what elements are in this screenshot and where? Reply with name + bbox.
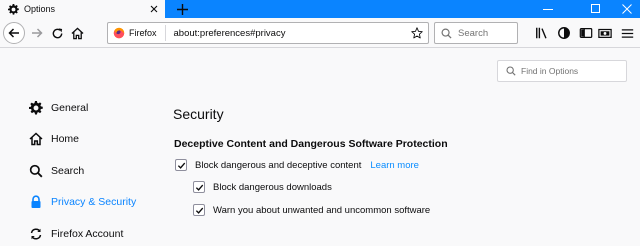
search-icon bbox=[441, 28, 452, 39]
search-icon bbox=[506, 66, 516, 76]
learn-more-link[interactable]: Learn more bbox=[370, 160, 419, 171]
plus-icon bbox=[176, 3, 188, 15]
find-placeholder: Find in Options bbox=[521, 66, 579, 76]
warn-unwanted-software-checkbox[interactable] bbox=[193, 204, 205, 216]
checkbox-label: Block dangerous and deceptive content bbox=[195, 159, 362, 171]
extension-button[interactable] bbox=[556, 25, 572, 41]
home-icon bbox=[70, 27, 84, 39]
checkbox-label: Warn you about unwanted and uncommon sof… bbox=[213, 204, 431, 216]
warn-unwanted-software-option[interactable]: Warn you about unwanted and uncommon sof… bbox=[193, 202, 430, 218]
menu-button[interactable] bbox=[619, 25, 635, 41]
checkmark-icon bbox=[195, 207, 203, 214]
url-bar[interactable]: Firefox about:preferences#privacy bbox=[107, 22, 429, 44]
identity-box[interactable]: Firefox bbox=[108, 25, 166, 41]
section-subheading: Deceptive Content and Dangerous Software… bbox=[174, 138, 448, 150]
sidebar-item-privacy-security[interactable]: Privacy & Security bbox=[28, 191, 136, 213]
gear-icon bbox=[7, 3, 19, 15]
tab-options[interactable]: Options bbox=[0, 0, 165, 18]
sidebar-item-label: Firefox Account bbox=[51, 228, 124, 240]
checkbox-label: Block dangerous downloads bbox=[213, 181, 332, 193]
forward-arrow-icon bbox=[32, 28, 43, 38]
identity-label: Firefox bbox=[129, 28, 157, 38]
bookmark-star-icon[interactable] bbox=[410, 26, 424, 40]
sidebar-item-search[interactable]: Search bbox=[28, 160, 84, 182]
sidebar-item-general[interactable]: General bbox=[28, 97, 88, 119]
library-icon bbox=[536, 27, 547, 39]
maximize-icon bbox=[591, 4, 600, 13]
sidebar-item-label: Search bbox=[51, 165, 85, 177]
tab-title: Options bbox=[24, 4, 56, 14]
sidebar-item-home[interactable]: Home bbox=[28, 128, 79, 150]
sidebar-item-label: Privacy & Security bbox=[51, 196, 137, 208]
library-button[interactable] bbox=[534, 25, 550, 41]
shield-icon bbox=[558, 27, 570, 39]
reader-icon bbox=[579, 28, 593, 38]
screenshot-button[interactable] bbox=[597, 25, 613, 41]
sidebar-item-label: General bbox=[51, 102, 89, 114]
search-icon bbox=[28, 163, 44, 179]
firefox-logo-icon bbox=[113, 27, 125, 39]
lock-icon bbox=[28, 194, 44, 210]
block-dangerous-content-option[interactable]: Block dangerous and deceptive content Le… bbox=[175, 157, 419, 173]
search-bar[interactable]: Search bbox=[434, 22, 518, 44]
sidebar-item-firefox-account[interactable]: Firefox Account bbox=[28, 223, 123, 245]
block-dangerous-downloads-option[interactable]: Block dangerous downloads bbox=[193, 179, 332, 195]
url-text: about:preferences#privacy bbox=[173, 27, 286, 39]
search-placeholder: Search bbox=[458, 27, 489, 39]
forward-button[interactable] bbox=[26, 22, 48, 44]
back-button[interactable] bbox=[3, 22, 25, 44]
sidebar-item-label: Home bbox=[51, 133, 80, 145]
section-heading: Security bbox=[173, 106, 224, 122]
maximize-button[interactable] bbox=[581, 0, 611, 18]
close-icon bbox=[622, 4, 632, 14]
minimize-icon bbox=[543, 9, 553, 10]
gear-icon bbox=[28, 100, 44, 116]
screenshot-icon bbox=[598, 28, 612, 38]
hamburger-menu-icon bbox=[621, 28, 633, 38]
checkmark-icon bbox=[195, 184, 203, 191]
close-window-button[interactable] bbox=[612, 0, 640, 18]
new-tab-button[interactable] bbox=[173, 1, 191, 17]
find-in-options-input[interactable]: Find in Options bbox=[497, 60, 627, 82]
sync-icon bbox=[28, 226, 44, 242]
block-dangerous-content-checkbox[interactable] bbox=[175, 159, 187, 171]
back-arrow-icon bbox=[8, 28, 19, 38]
home-icon bbox=[28, 131, 44, 147]
minimize-button[interactable] bbox=[533, 0, 563, 18]
nav-bar: Firefox about:preferences#privacy Search bbox=[0, 18, 640, 48]
checkmark-icon bbox=[177, 162, 185, 169]
block-dangerous-downloads-checkbox[interactable] bbox=[193, 181, 205, 193]
tab-close-icon[interactable] bbox=[148, 3, 160, 15]
home-button[interactable] bbox=[66, 22, 88, 44]
sidebar-button[interactable] bbox=[578, 25, 594, 41]
tab-strip: Options bbox=[0, 0, 640, 18]
reload-icon bbox=[52, 27, 62, 38]
reload-button[interactable] bbox=[46, 22, 68, 44]
